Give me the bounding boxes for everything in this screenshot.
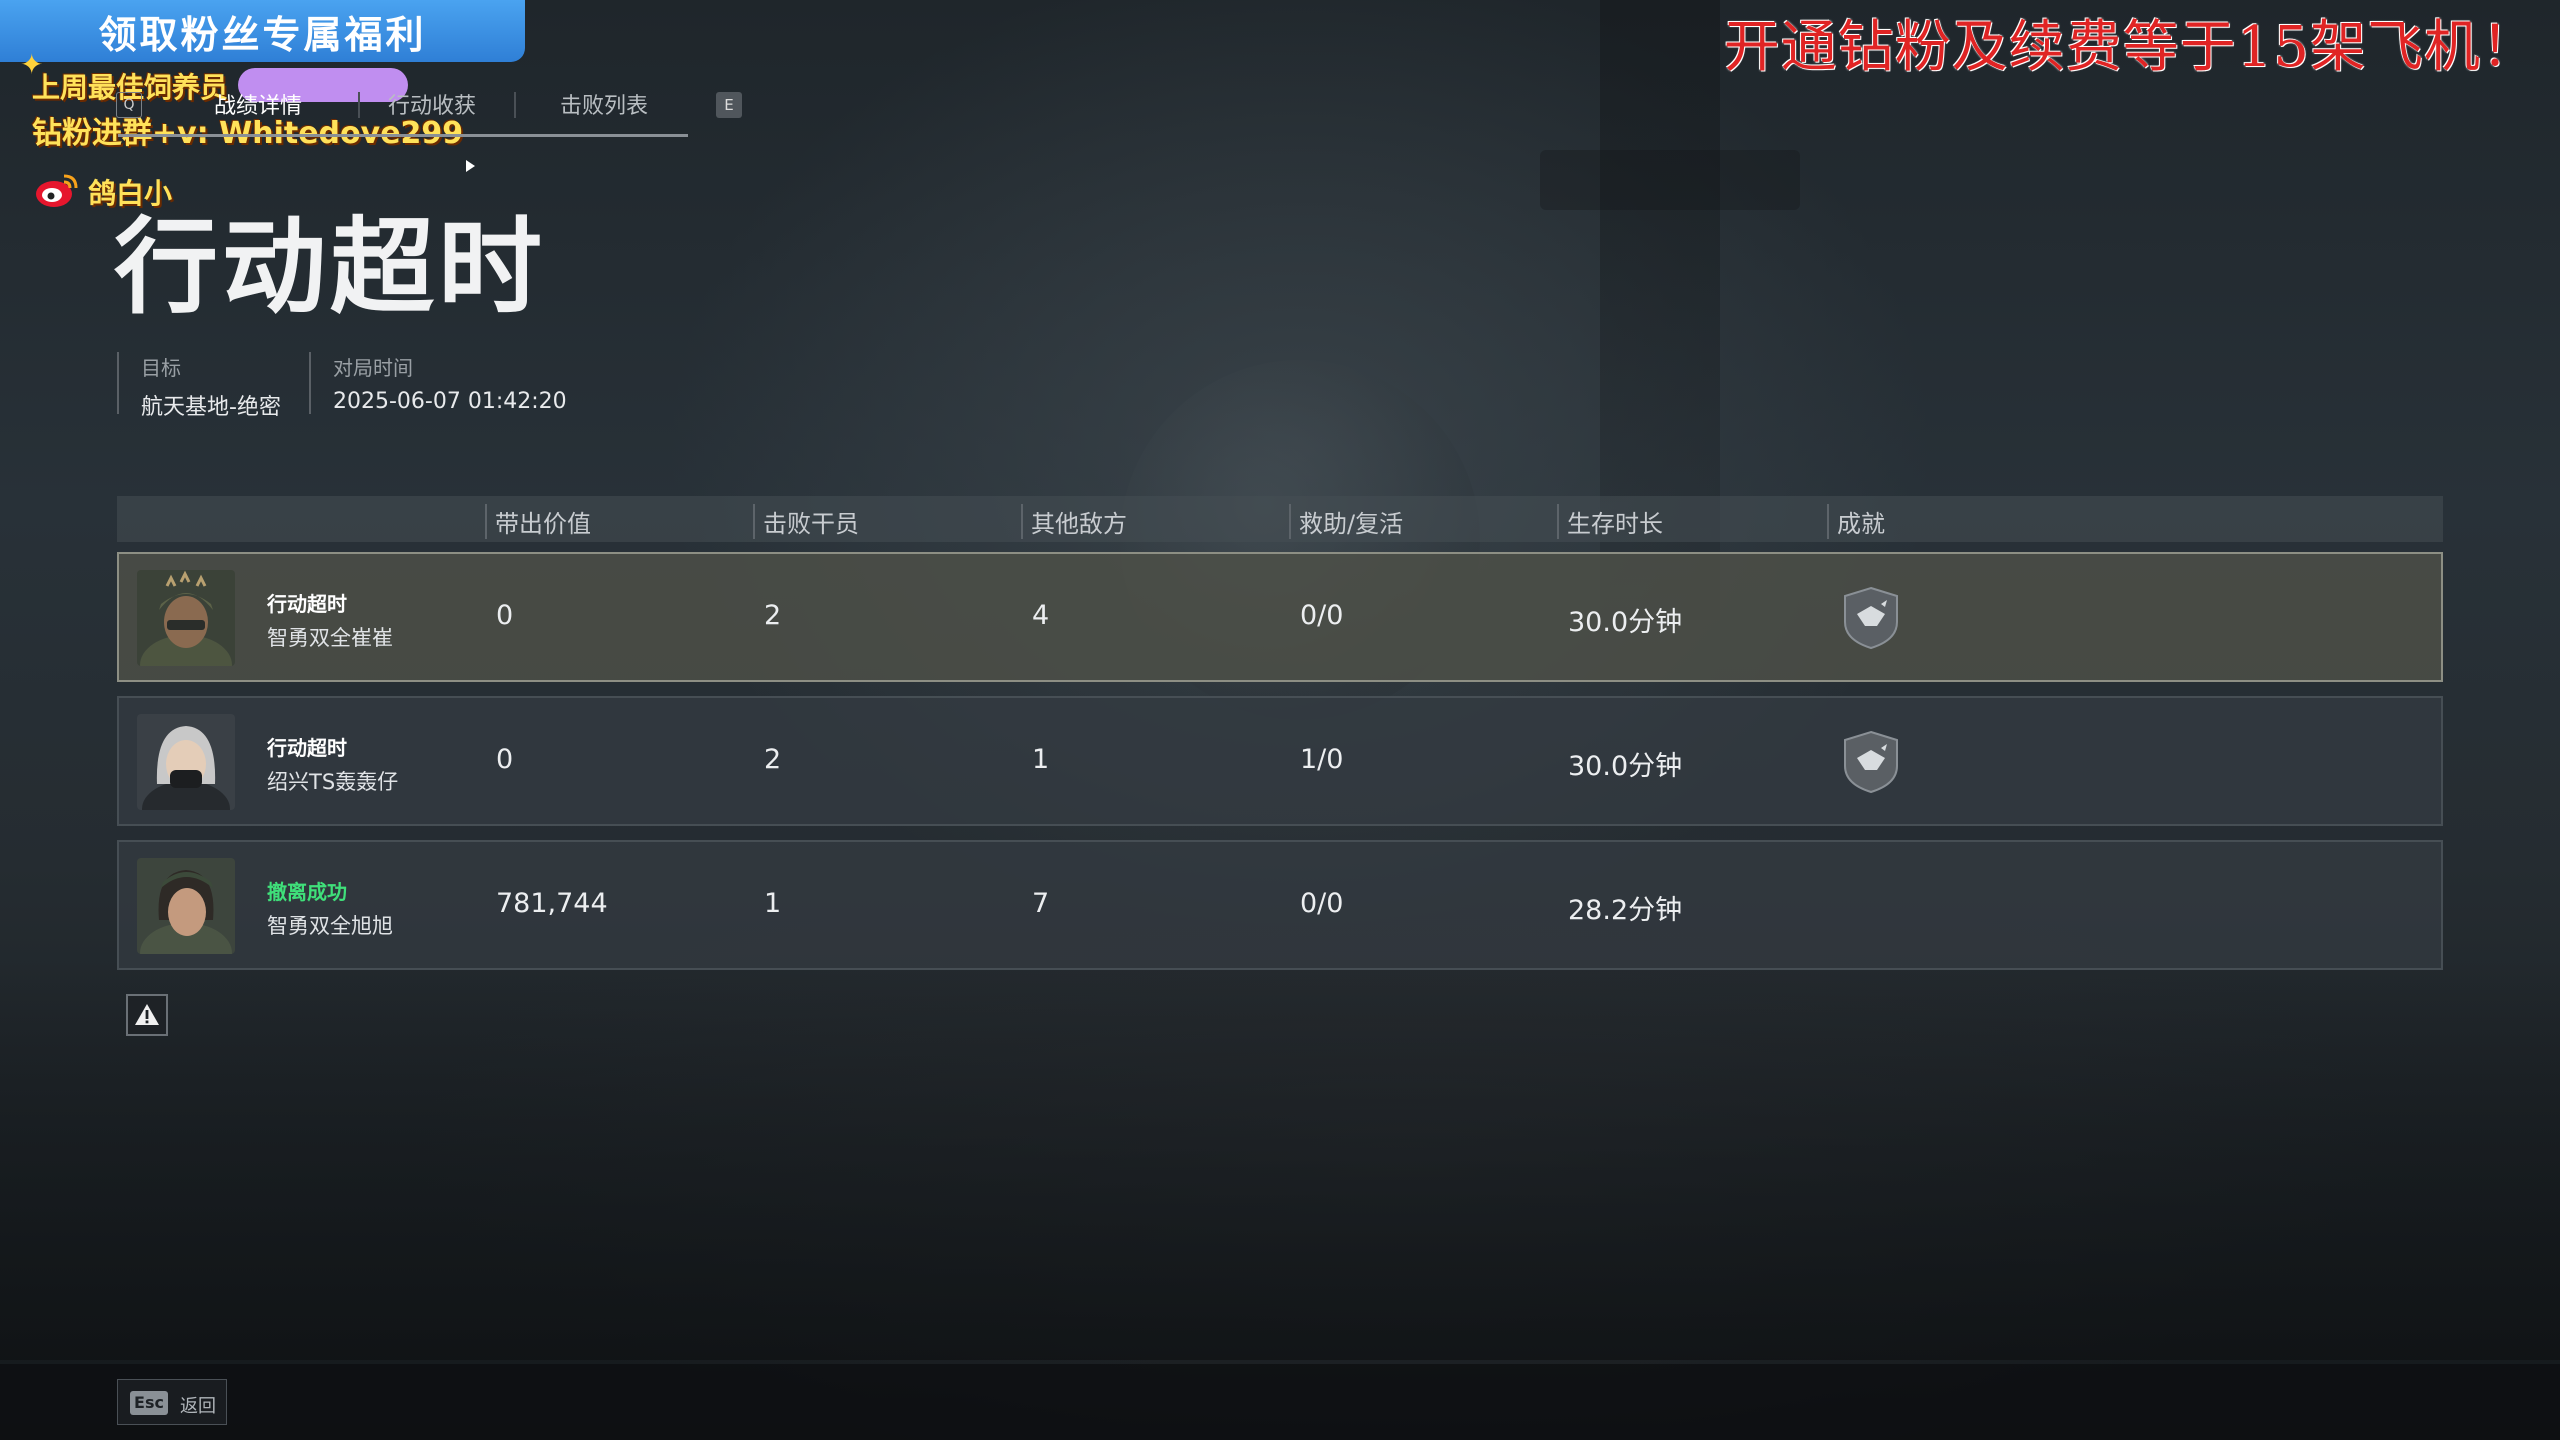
row-status: 行动超时	[267, 592, 347, 616]
background-structure	[1540, 150, 1800, 210]
cell-operators-killed: 1	[764, 888, 782, 919]
target-value: 航天基地-绝密	[141, 395, 281, 420]
target-info: 目标 航天基地-绝密	[117, 352, 281, 420]
fan-benefit-banner: 领取粉丝专属福利	[0, 0, 525, 62]
avatar	[137, 570, 235, 666]
achievement-badge-icon[interactable]	[1841, 730, 1901, 794]
avatar	[137, 858, 235, 954]
match-time-info: 对局时间 2025-06-07 01:42:20	[309, 352, 567, 414]
player-name: 绍兴TS轰轰仔	[267, 770, 399, 794]
header-extract-value: 带出价值	[485, 504, 591, 539]
header-assist-revive: 救助/复活	[1289, 504, 1403, 539]
cell-assist-revive: 0/0	[1300, 600, 1344, 631]
diamond-fan-promo: 开通钻粉及续费等于15架飞机！	[1723, 15, 2538, 80]
tab-next-key-hint: E	[716, 92, 742, 118]
cell-extract-value: 0	[496, 744, 514, 775]
cell-other-enemies: 4	[1032, 600, 1050, 631]
tab-kill-list[interactable]: 击败列表	[560, 88, 648, 120]
cell-extract-value: 0	[496, 600, 514, 631]
cell-operators-killed: 2	[764, 744, 782, 775]
tab-match-details[interactable]: 战绩详情	[214, 88, 302, 120]
tab-divider	[358, 92, 360, 118]
row-status: 行动超时	[267, 736, 347, 760]
table-row[interactable]: 行动超时 智勇双全崔崔 0 2 4 0/0 30.0分钟	[117, 552, 2443, 682]
cell-other-enemies: 7	[1032, 888, 1050, 919]
cell-operators-killed: 2	[764, 600, 782, 631]
tab-action-gains[interactable]: 行动收获	[388, 88, 476, 120]
match-time-label: 对局时间	[333, 356, 413, 380]
table-header: 带出价值 击败干员 其他敌方 救助/复活 生存时长 成就	[117, 496, 2443, 542]
bottom-bar	[0, 1364, 2560, 1440]
mouse-cursor-icon	[466, 160, 475, 172]
target-label: 目标	[141, 356, 181, 380]
back-button[interactable]: Esc 返回	[117, 1379, 227, 1425]
cell-other-enemies: 1	[1032, 744, 1050, 775]
header-achievement: 成就	[1827, 504, 1885, 539]
avatar	[137, 714, 235, 810]
back-label: 返回	[180, 1396, 216, 1417]
cell-survival-time: 30.0分钟	[1568, 607, 1683, 638]
page-title: 行动超时	[114, 206, 547, 328]
cell-survival-time: 30.0分钟	[1568, 751, 1683, 782]
header-operators-killed: 击败干员	[753, 504, 859, 539]
cell-survival-time: 28.2分钟	[1568, 895, 1683, 926]
header-other-enemies: 其他敌方	[1021, 504, 1127, 539]
esc-key-hint: Esc	[130, 1391, 168, 1415]
achievement-badge-icon[interactable]	[1841, 586, 1901, 650]
background-ground	[0, 960, 2560, 1360]
cell-assist-revive: 0/0	[1300, 888, 1344, 919]
table-row[interactable]: 撤离成功 智勇双全旭旭 781,744 1 7 0/0 28.2分钟	[117, 840, 2443, 970]
player-name: 智勇双全崔崔	[267, 626, 393, 650]
weibo-icon	[36, 174, 78, 207]
table-row[interactable]: 行动超时 绍兴TS轰轰仔 0 2 1 1/0 30.0分钟	[117, 696, 2443, 826]
warning-icon	[135, 1004, 159, 1025]
tab-bar: 战绩详情 行动收获 击败列表	[118, 78, 688, 137]
tab-divider	[514, 92, 516, 118]
header-survival-time: 生存时长	[1557, 504, 1663, 539]
match-time-value: 2025-06-07 01:42:20	[333, 389, 567, 414]
report-button[interactable]	[126, 994, 168, 1036]
row-status: 撤离成功	[267, 880, 347, 904]
cell-extract-value: 781,744	[496, 888, 608, 919]
cell-assist-revive: 1/0	[1300, 744, 1344, 775]
player-name: 智勇双全旭旭	[267, 914, 393, 938]
